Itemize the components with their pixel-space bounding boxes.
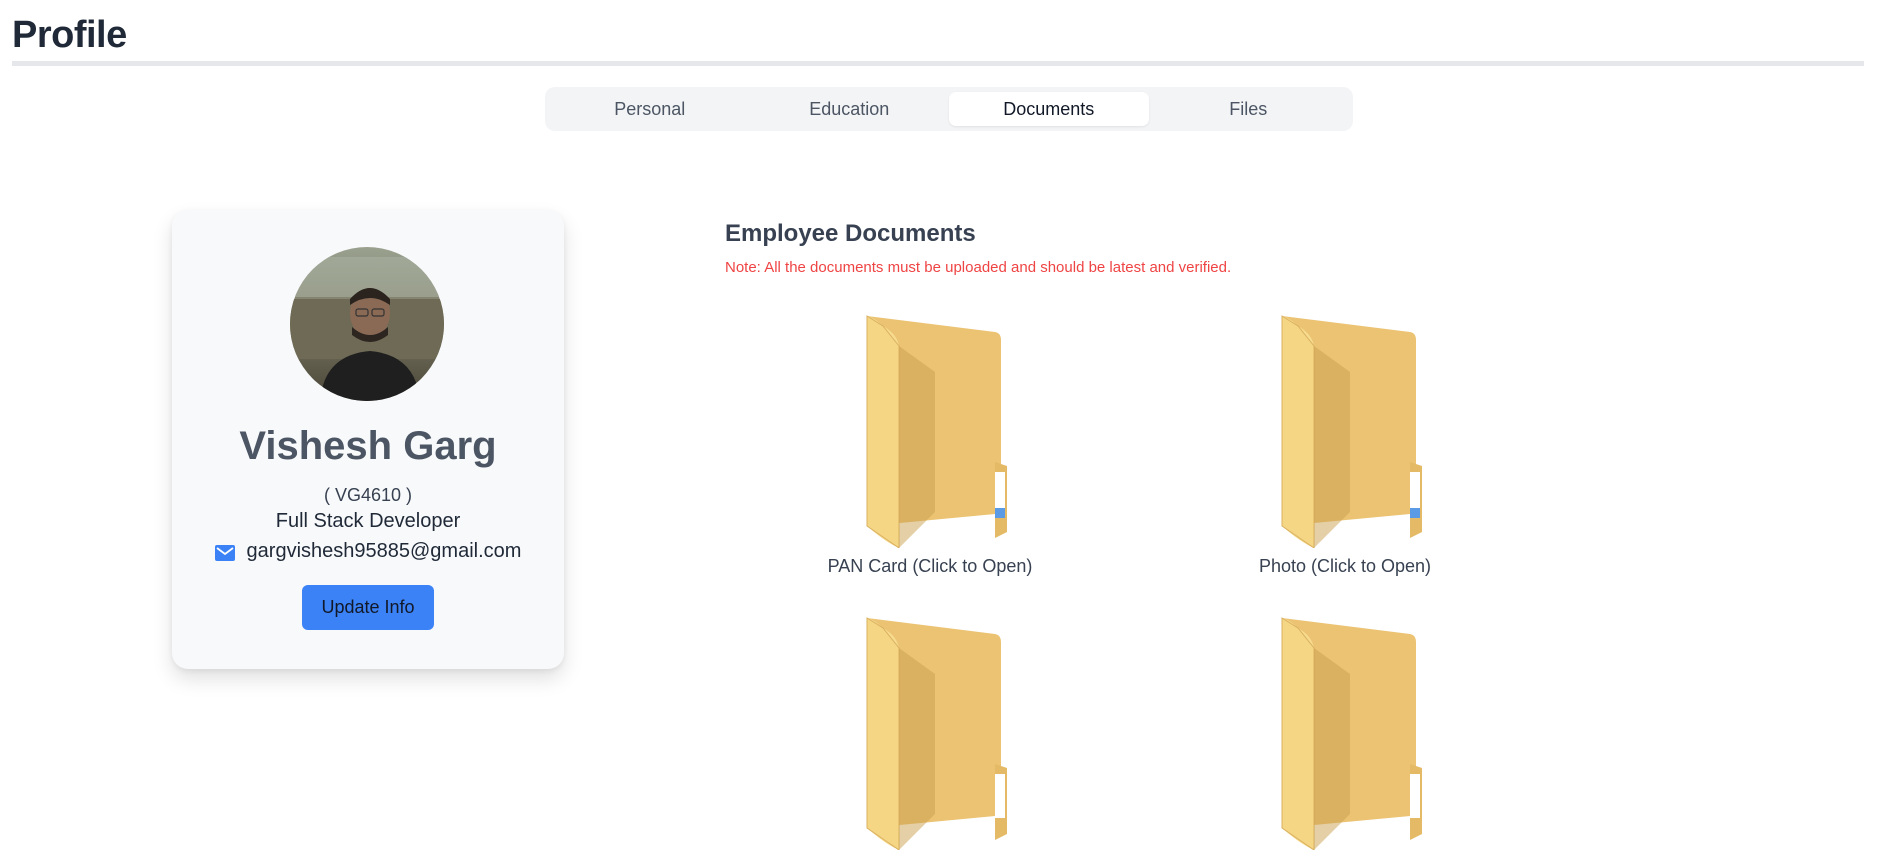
mail-icon [214,544,235,561]
profile-card: Vishesh Garg ( VG4610 ) Full Stack Devel… [172,210,564,669]
folder-icon [866,315,1007,548]
profile-tabs: Personal Education Documents Files [545,87,1353,131]
tab-personal[interactable]: Personal [550,92,750,126]
title-divider [12,61,1864,66]
employee-role: Full Stack Developer [275,510,461,532]
tab-files[interactable]: Files [1149,92,1349,126]
folder-icon [1281,617,1422,850]
document-item[interactable] [800,614,1060,858]
employee-id: ( VG4610 ) [323,485,413,505]
folder-icon [1281,315,1422,548]
folder-icon [866,617,1007,850]
avatar [290,247,444,401]
document-label: Photo (Click to Open) [1258,556,1432,576]
document-item[interactable] [1215,614,1475,858]
employee-name: Vishesh Garg [239,424,497,468]
document-photo[interactable]: Photo (Click to Open) [1215,312,1475,577]
document-label: PAN Card (Click to Open) [827,556,1033,576]
employee-email: gargvishesh95885@gmail.com [246,540,522,562]
documents-heading: Employee Documents [725,220,976,247]
documents-note: Note: All the documents must be uploaded… [725,259,1232,276]
page-title: Profile [12,14,127,56]
document-pan-card[interactable]: PAN Card (Click to Open) [800,312,1060,577]
tab-education[interactable]: Education [750,92,950,126]
tab-documents[interactable]: Documents [949,92,1149,126]
update-info-button[interactable]: Update Info [302,585,434,630]
employee-email-row: gargvishesh95885@gmail.com [172,540,564,563]
